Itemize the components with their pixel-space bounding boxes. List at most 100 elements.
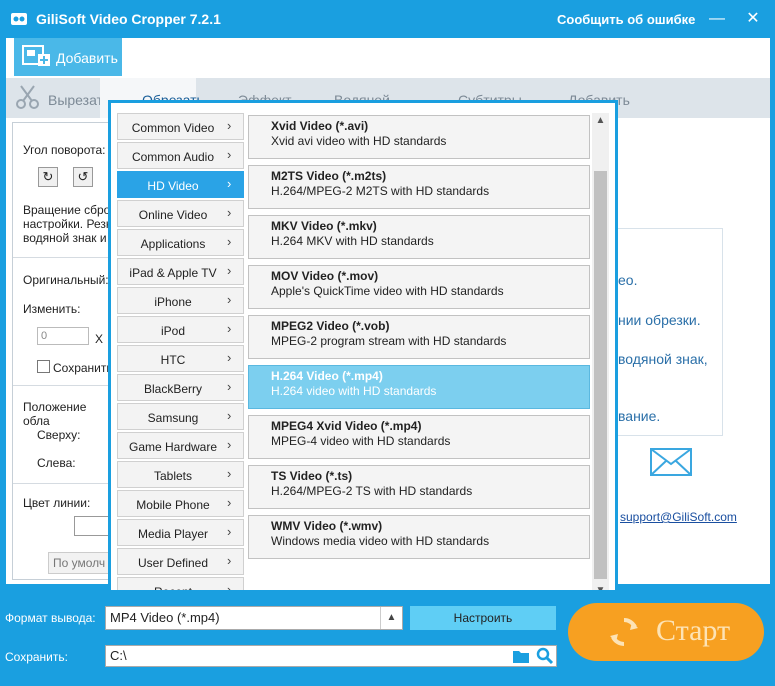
- chevron-right-icon: ›: [227, 408, 232, 423]
- refresh-icon: [610, 617, 638, 647]
- chevron-right-icon: ›: [227, 553, 232, 568]
- chevron-right-icon: ›: [227, 379, 232, 394]
- minimize-button[interactable]: —: [708, 8, 726, 30]
- category-item[interactable]: Common Audio ›: [117, 142, 244, 169]
- format-item[interactable]: Xvid Video (*.avi) Xvid avi video with HD…: [248, 115, 590, 159]
- chevron-right-icon: ›: [227, 205, 232, 220]
- chevron-right-icon: ›: [227, 147, 232, 162]
- format-description: Xvid avi video with HD standards: [271, 134, 447, 148]
- chevron-right-icon: ›: [227, 176, 232, 191]
- format-description: MPEG-2 program stream with HD standards: [271, 334, 507, 348]
- category-label: Samsung: [147, 411, 199, 425]
- category-item[interactable]: Mobile Phone ›: [117, 490, 244, 517]
- format-item[interactable]: WMV Video (*.wmv) Windows media video wit…: [248, 515, 590, 559]
- keep-ratio-checkbox[interactable]: [37, 360, 50, 373]
- category-item[interactable]: iPad & Apple TV ›: [117, 258, 244, 285]
- format-description: MPEG-4 video with HD standards: [271, 434, 451, 448]
- category-label: iPhone: [154, 295, 192, 309]
- category-label: Online Video: [138, 208, 208, 222]
- film-app-icon: [11, 13, 27, 25]
- format-item[interactable]: H.264 Video (*.mp4) H.264 video with HD s…: [248, 365, 590, 409]
- original-size-label: Оригинальный:: [23, 273, 109, 287]
- category-item[interactable]: Common Video ›: [117, 113, 244, 140]
- close-button[interactable]: ✕: [744, 8, 762, 30]
- format-name: M2TS Video (*.m2ts): [271, 169, 387, 183]
- save-path-input[interactable]: C:\: [105, 645, 557, 667]
- divider: [13, 385, 116, 386]
- dropdown-arrow-icon[interactable]: ▲: [380, 607, 402, 629]
- keep-ratio-label: Сохранить: [53, 361, 113, 375]
- report-bug-link[interactable]: Сообщить об ошибке: [557, 12, 695, 27]
- format-item[interactable]: MPEG4 Xvid Video (*.mp4) MPEG-4 video wit…: [248, 415, 590, 459]
- output-format-select[interactable]: MP4 Video (*.mp4) ▲: [105, 606, 403, 630]
- window-title: GiliSoft Video Cropper 7.2.1: [36, 11, 221, 27]
- divider: [13, 483, 116, 484]
- format-list: Xvid Video (*.avi) Xvid avi video with HD…: [246, 113, 590, 599]
- format-name: MKV Video (*.mkv): [271, 219, 377, 233]
- format-name: H.264 Video (*.mp4): [271, 369, 383, 383]
- format-scrollbar[interactable]: ▲ ▼: [592, 113, 609, 599]
- category-label: Common Audio: [131, 150, 215, 164]
- format-description: Windows media video with HD standards: [271, 534, 490, 548]
- format-description: H.264/MPEG-2 TS with HD standards: [271, 484, 473, 498]
- search-icon[interactable]: [536, 647, 554, 665]
- scroll-thumb[interactable]: [594, 171, 607, 579]
- scissors-icon: [16, 85, 39, 109]
- category-item[interactable]: User Defined ›: [117, 548, 244, 575]
- category-item[interactable]: Samsung ›: [117, 403, 244, 430]
- category-item[interactable]: Media Player ›: [117, 519, 244, 546]
- crop-position-label: Положение обла: [23, 400, 87, 428]
- category-item[interactable]: HD Video ›: [117, 171, 244, 198]
- category-label: Game Hardware: [128, 440, 218, 454]
- output-format-value: MP4 Video (*.mp4): [110, 610, 220, 625]
- category-label: Applications: [140, 237, 206, 251]
- chevron-right-icon: ›: [227, 321, 232, 336]
- category-item[interactable]: Game Hardware ›: [117, 432, 244, 459]
- add-file-button[interactable]: Добавить: [14, 38, 122, 76]
- format-item[interactable]: MKV Video (*.mkv) H.264 MKV with HD stand…: [248, 215, 590, 259]
- default-button[interactable]: По умолч: [48, 552, 115, 574]
- category-item[interactable]: BlackBerry ›: [117, 374, 244, 401]
- category-item[interactable]: Applications ›: [117, 229, 244, 256]
- scroll-up-arrow-icon[interactable]: ▲: [592, 113, 609, 129]
- save-path-label: Сохранить:: [5, 650, 68, 664]
- info-line: водяной знак,: [618, 351, 708, 367]
- category-label: Common Video: [131, 121, 215, 135]
- rotation-label: Угол поворота:: [23, 143, 106, 157]
- category-label: Mobile Phone: [136, 498, 210, 512]
- info-line: ео.: [618, 272, 638, 288]
- format-item[interactable]: MPEG2 Video (*.vob) MPEG-2 program stream…: [248, 315, 590, 359]
- tool-cut[interactable]: Вырезать: [6, 78, 110, 118]
- chevron-right-icon: ›: [227, 118, 232, 133]
- width-input[interactable]: 0: [37, 327, 89, 345]
- chevron-right-icon: ›: [227, 495, 232, 510]
- rotate-right-button[interactable]: ↻: [38, 167, 58, 187]
- category-label: User Defined: [137, 556, 209, 570]
- chevron-right-icon: ›: [227, 263, 232, 278]
- chevron-right-icon: ›: [227, 234, 232, 249]
- configure-button[interactable]: Настроить: [410, 606, 556, 630]
- category-item[interactable]: iPod ›: [117, 316, 244, 343]
- format-item[interactable]: MOV Video (*.mov) Apple's QuickTime video…: [248, 265, 590, 309]
- category-label: Tablets: [153, 469, 193, 483]
- category-item[interactable]: Tablets ›: [117, 461, 244, 488]
- format-name: Xvid Video (*.avi): [271, 119, 369, 133]
- add-file-label: Добавить: [56, 50, 118, 66]
- category-item[interactable]: iPhone ›: [117, 287, 244, 314]
- category-item[interactable]: HTC ›: [117, 345, 244, 372]
- format-name: MPEG2 Video (*.vob): [271, 319, 390, 333]
- category-label: Media Player: [137, 527, 209, 541]
- format-description: H.264/MPEG-2 M2TS with HD standards: [271, 184, 490, 198]
- size-separator: X: [95, 332, 104, 346]
- format-item[interactable]: M2TS Video (*.m2ts) H.264/MPEG-2 M2TS wit…: [248, 165, 590, 209]
- category-item[interactable]: Online Video ›: [117, 200, 244, 227]
- add-file-icon: [22, 45, 50, 66]
- chevron-right-icon: ›: [227, 292, 232, 307]
- format-name: TS Video (*.ts): [271, 469, 353, 483]
- divider: [13, 257, 116, 258]
- support-email-link[interactable]: support@GiliSoft.com: [620, 510, 737, 524]
- folder-icon[interactable]: [512, 648, 530, 664]
- format-item[interactable]: TS Video (*.ts) H.264/MPEG-2 TS with HD s…: [248, 465, 590, 509]
- start-button[interactable]: Старт: [568, 603, 764, 661]
- rotate-left-button[interactable]: ↺: [73, 167, 93, 187]
